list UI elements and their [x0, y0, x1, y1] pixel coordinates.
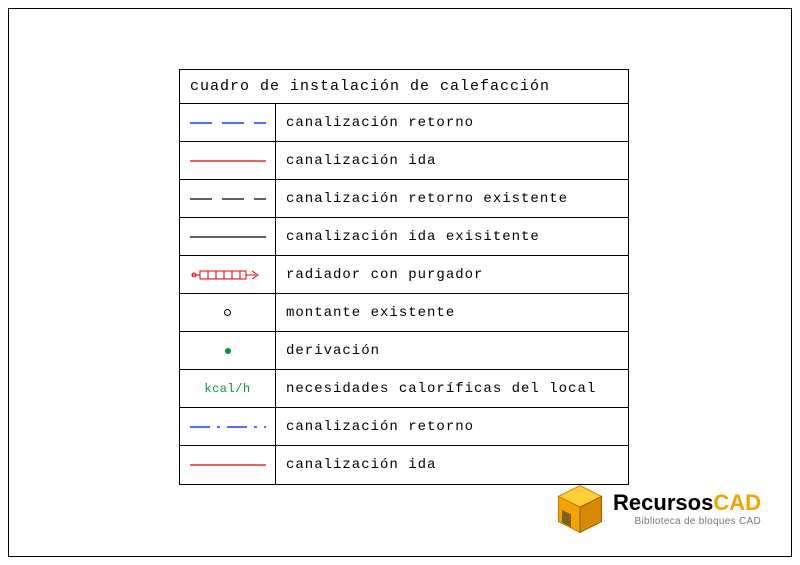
symbol-kcal-text: kcal/h: [180, 370, 276, 407]
legend-label: canalización ida: [276, 446, 628, 484]
legend-row: canalización retorno existente: [180, 180, 628, 218]
legend-row: derivación: [180, 332, 628, 370]
legend-table: cuadro de instalación de calefacción can…: [179, 69, 629, 485]
logo-text: RecursosCAD Biblioteca de bloques CAD: [613, 492, 761, 527]
symbol-solid-black-line: [180, 218, 276, 255]
legend-row: radiador con purgador: [180, 256, 628, 294]
legend-label: canalización retorno: [276, 408, 628, 445]
logo-brand-prefix: Recursos: [613, 490, 713, 515]
legend-label: derivación: [276, 332, 628, 369]
legend-row: canalización ida: [180, 446, 628, 484]
symbol-dashdot-blue-line: [180, 408, 276, 445]
logo: RecursosCAD Biblioteca de bloques CAD: [553, 482, 761, 536]
symbol-dashed-blue-line: [180, 104, 276, 141]
logo-tagline: Biblioteca de bloques CAD: [613, 517, 761, 527]
outer-frame: cuadro de instalación de calefacción can…: [8, 8, 792, 557]
symbol-solid-red-line: [180, 446, 276, 484]
legend-label: canalización retorno: [276, 104, 628, 141]
logo-brand-suffix: CAD: [713, 490, 761, 515]
legend-row: canalización ida exisitente: [180, 218, 628, 256]
legend-label: canalización ida exisitente: [276, 218, 628, 255]
legend-title: cuadro de instalación de calefacción: [180, 70, 628, 104]
legend-row: canalización ida: [180, 142, 628, 180]
legend-row: montante existente: [180, 294, 628, 332]
legend-label: radiador con purgador: [276, 256, 628, 293]
symbol-dashed-black-line: [180, 180, 276, 217]
legend-row: canalización retorno: [180, 104, 628, 142]
symbol-open-circle-icon: [180, 294, 276, 331]
legend-row: canalización retorno: [180, 408, 628, 446]
legend-label: necesidades caloríficas del local: [276, 370, 628, 407]
legend-row: kcal/h necesidades caloríficas del local: [180, 370, 628, 408]
symbol-radiator-icon: [180, 256, 276, 293]
legend-label: montante existente: [276, 294, 628, 331]
symbol-solid-red-line: [180, 142, 276, 179]
cube-icon: [553, 482, 607, 536]
symbol-filled-green-dot-icon: [180, 332, 276, 369]
legend-label: canalización ida: [276, 142, 628, 179]
legend-label: canalización retorno existente: [276, 180, 628, 217]
